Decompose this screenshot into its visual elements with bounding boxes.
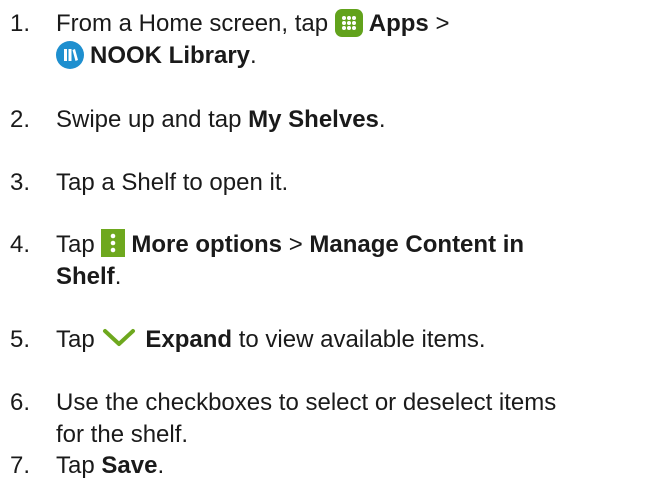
step-6-line1: Use the checkboxes to select or deselect… [56,389,557,416]
separator: > [435,10,450,37]
step-6: 6. Use the checkboxes to select or desel… [0,387,650,451]
step-7-prefix: Tap [56,452,95,479]
step-number: 4. [10,231,31,258]
step-5-prefix: Tap [56,326,95,353]
step-2-prefix: Swipe up and tap [56,106,242,133]
step-text: Tap Expand to view available items. [56,324,650,356]
apps-label: Apps [368,10,429,37]
step-1-prefix: From a Home screen, tap [56,10,329,37]
step-5: 5. Tap Expand to view available items. [0,324,650,356]
step-text: From a Home screen, tap Apps > NOOK Libr… [56,8,650,72]
period: . [114,263,122,290]
shelf-label: Shelf [56,263,115,290]
save-label: Save [101,452,158,479]
apps-grid-icon [334,9,363,37]
step-text: Use the checkboxes to select or deselect… [56,387,650,451]
step-4: 4. Tap More options > Manage Content in … [0,229,650,293]
expand-chevron-icon [101,324,137,346]
more-options-icon [101,229,126,257]
separator: > [288,231,303,258]
step-2: 2. Swipe up and tap My Shelves. [0,104,650,136]
period: . [157,452,165,479]
step-number: 1. [10,10,31,37]
manage-content-label: Manage Content in [309,231,525,258]
more-options-label: More options [131,231,283,258]
step-3: 3. Tap a Shelf to open it. [0,167,650,199]
expand-label: Expand [145,326,233,353]
step-6-line2: for the shelf. [56,421,189,448]
period: . [378,106,386,133]
step-text: Tap a Shelf to open it. [56,169,289,196]
step-7: 7. Tap Save. [0,450,650,482]
step-number: 7. [10,452,31,479]
step-1: 1. From a Home screen, tap Apps > NOOK L… [0,8,650,72]
step-text: Tap Save. [56,450,650,482]
nook-library-label: NOOK Library [90,42,251,69]
step-number: 2. [10,106,31,133]
step-4-prefix: Tap [56,231,95,258]
step-5-suffix: to view available items. [238,326,486,353]
step-number: 3. [10,169,31,196]
period: . [250,42,257,69]
my-shelves-label: My Shelves [248,106,379,133]
nook-library-icon [56,41,84,69]
step-text: Swipe up and tap My Shelves. [56,104,650,136]
step-text: Tap More options > Manage Content in She… [56,229,650,293]
step-number: 6. [10,389,31,416]
step-number: 5. [10,326,31,353]
